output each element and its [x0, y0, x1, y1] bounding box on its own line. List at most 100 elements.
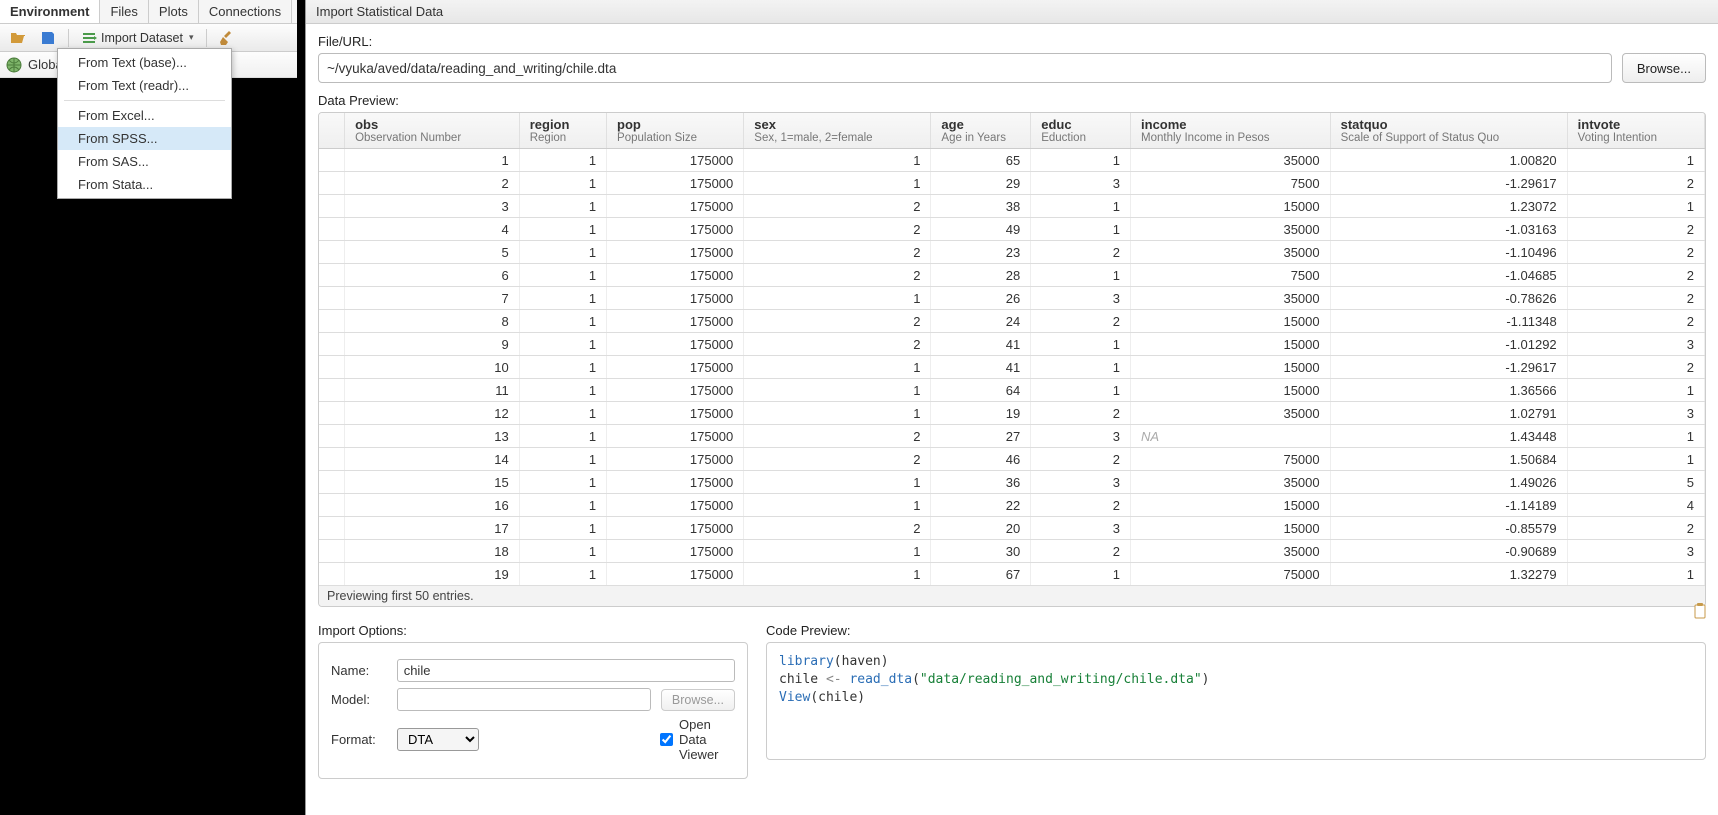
table-cell: 15000: [1131, 356, 1331, 379]
table-row[interactable]: 161175000122215000-1.141894: [319, 494, 1705, 517]
table-cell: 18: [345, 540, 520, 563]
table-cell: 16: [345, 494, 520, 517]
import-dataset-button[interactable]: Import Dataset ▾: [77, 29, 198, 47]
table-row[interactable]: 51175000223235000-1.104962: [319, 241, 1705, 264]
table-cell: 1: [744, 471, 931, 494]
table-cell: 1.00820: [1330, 149, 1567, 172]
table-row[interactable]: 1511750001363350001.490265: [319, 471, 1705, 494]
menu-item[interactable]: From SPSS...: [58, 127, 231, 150]
table-cell: 15000: [1131, 494, 1331, 517]
table-row[interactable]: 81175000224215000-1.113482: [319, 310, 1705, 333]
clear-button[interactable]: [215, 29, 239, 47]
row-handle-header: [319, 113, 345, 149]
open-file-button[interactable]: [6, 29, 30, 47]
open-data-viewer-checkbox[interactable]: [660, 733, 673, 746]
pane-tab-connections[interactable]: Connections: [199, 0, 292, 23]
code-preview-label: Code Preview:: [766, 623, 1706, 638]
table-cell: 1: [744, 379, 931, 402]
table-row[interactable]: 1411750002462750001.506841: [319, 448, 1705, 471]
column-header-sex[interactable]: sexSex, 1=male, 2=female: [744, 113, 931, 149]
table-cell: 1: [519, 264, 606, 287]
table-cell: 49: [931, 218, 1031, 241]
table-row[interactable]: 311750002381150001.230721: [319, 195, 1705, 218]
save-button[interactable]: [36, 29, 60, 47]
table-cell: 5: [1567, 471, 1704, 494]
table-row[interactable]: 2117500012937500-1.296172: [319, 172, 1705, 195]
table-cell: 35000: [1131, 218, 1331, 241]
table-cell: 175000: [607, 195, 744, 218]
table-row[interactable]: 1211750001192350001.027913: [319, 402, 1705, 425]
pane-tab-plots[interactable]: Plots: [149, 0, 199, 23]
table-cell: 19: [931, 402, 1031, 425]
table-row[interactable]: 71175000126335000-0.786262: [319, 287, 1705, 310]
table-cell: 175000: [607, 310, 744, 333]
table-cell: -1.14189: [1330, 494, 1567, 517]
table-cell: 2: [1567, 218, 1704, 241]
column-header-educ[interactable]: educEduction: [1031, 113, 1131, 149]
table-cell: 12: [345, 402, 520, 425]
table-cell: 35000: [1131, 149, 1331, 172]
table-row[interactable]: 6117500022817500-1.046852: [319, 264, 1705, 287]
table-row[interactable]: 101175000141115000-1.296172: [319, 356, 1705, 379]
table-cell: 10: [345, 356, 520, 379]
table-cell: 3: [1567, 540, 1704, 563]
table-cell: 11: [345, 379, 520, 402]
column-header-intvote[interactable]: intvoteVoting Intention: [1567, 113, 1704, 149]
menu-item[interactable]: From Excel...: [58, 104, 231, 127]
table-cell: 36: [931, 471, 1031, 494]
table-cell: 4: [1567, 494, 1704, 517]
model-browse-button[interactable]: Browse...: [661, 689, 735, 711]
column-header-income[interactable]: incomeMonthly Income in Pesos: [1131, 113, 1331, 149]
table-cell: 24: [931, 310, 1031, 333]
menu-item[interactable]: From Stata...: [58, 173, 231, 196]
table-cell: 1.02791: [1330, 402, 1567, 425]
column-header-age[interactable]: ageAge in Years: [931, 113, 1031, 149]
table-cell: 2: [1567, 172, 1704, 195]
pane-tab-environment[interactable]: Environment: [0, 0, 100, 23]
pane-tab-files[interactable]: Files: [100, 0, 148, 23]
row-handle: [319, 379, 345, 402]
table-cell: 2: [744, 448, 931, 471]
code-preview-text[interactable]: library(haven) chile <- read_dta("data/r…: [779, 653, 1693, 708]
table-cell: 1: [1567, 195, 1704, 218]
table-row[interactable]: 1311750002273NA1.434481: [319, 425, 1705, 448]
row-handle: [319, 563, 345, 586]
table-cell: 1: [744, 287, 931, 310]
format-select[interactable]: DTASAVPORSAS: [397, 728, 479, 751]
menu-item[interactable]: From Text (base)...: [58, 51, 231, 74]
table-cell: 26: [931, 287, 1031, 310]
import-options-label: Import Options:: [318, 623, 748, 638]
table-row[interactable]: 181175000130235000-0.906893: [319, 540, 1705, 563]
table-cell: 41: [931, 333, 1031, 356]
table-cell: 6: [345, 264, 520, 287]
import-dialog: Import Statistical Data File/URL: Browse…: [305, 0, 1718, 815]
data-preview-scroll[interactable]: obsObservation NumberregionRegionpopPopu…: [319, 113, 1705, 585]
table-row[interactable]: 171175000220315000-0.855792: [319, 517, 1705, 540]
model-input[interactable]: [397, 688, 651, 711]
column-header-pop[interactable]: popPopulation Size: [607, 113, 744, 149]
file-url-input[interactable]: [318, 53, 1612, 83]
menu-item[interactable]: From Text (readr)...: [58, 74, 231, 97]
table-row[interactable]: 91175000241115000-1.012923: [319, 333, 1705, 356]
menu-item[interactable]: From SAS...: [58, 150, 231, 173]
table-cell: -1.29617: [1330, 172, 1567, 195]
clipboard-icon[interactable]: [1692, 603, 1708, 619]
column-header-obs[interactable]: obsObservation Number: [345, 113, 520, 149]
table-cell: 30: [931, 540, 1031, 563]
browse-button[interactable]: Browse...: [1622, 53, 1706, 83]
table-cell: 2: [744, 241, 931, 264]
table-cell: 15000: [1131, 310, 1331, 333]
table-cell: 1: [1031, 264, 1131, 287]
table-row[interactable]: 1911750001671750001.322791: [319, 563, 1705, 586]
column-header-statquo[interactable]: statquoScale of Support of Status Quo: [1330, 113, 1567, 149]
column-header-region[interactable]: regionRegion: [519, 113, 606, 149]
table-cell: 1: [744, 494, 931, 517]
table-row[interactable]: 1111750001641150001.365661: [319, 379, 1705, 402]
open-data-viewer-label[interactable]: Open Data Viewer: [679, 717, 735, 762]
table-row[interactable]: 41175000249135000-1.031632: [319, 218, 1705, 241]
table-cell: 2: [1031, 494, 1131, 517]
import-dataset-label: Import Dataset: [101, 31, 183, 45]
name-input[interactable]: [397, 659, 735, 682]
table-row[interactable]: 111750001651350001.008201: [319, 149, 1705, 172]
table-cell: 1: [744, 356, 931, 379]
